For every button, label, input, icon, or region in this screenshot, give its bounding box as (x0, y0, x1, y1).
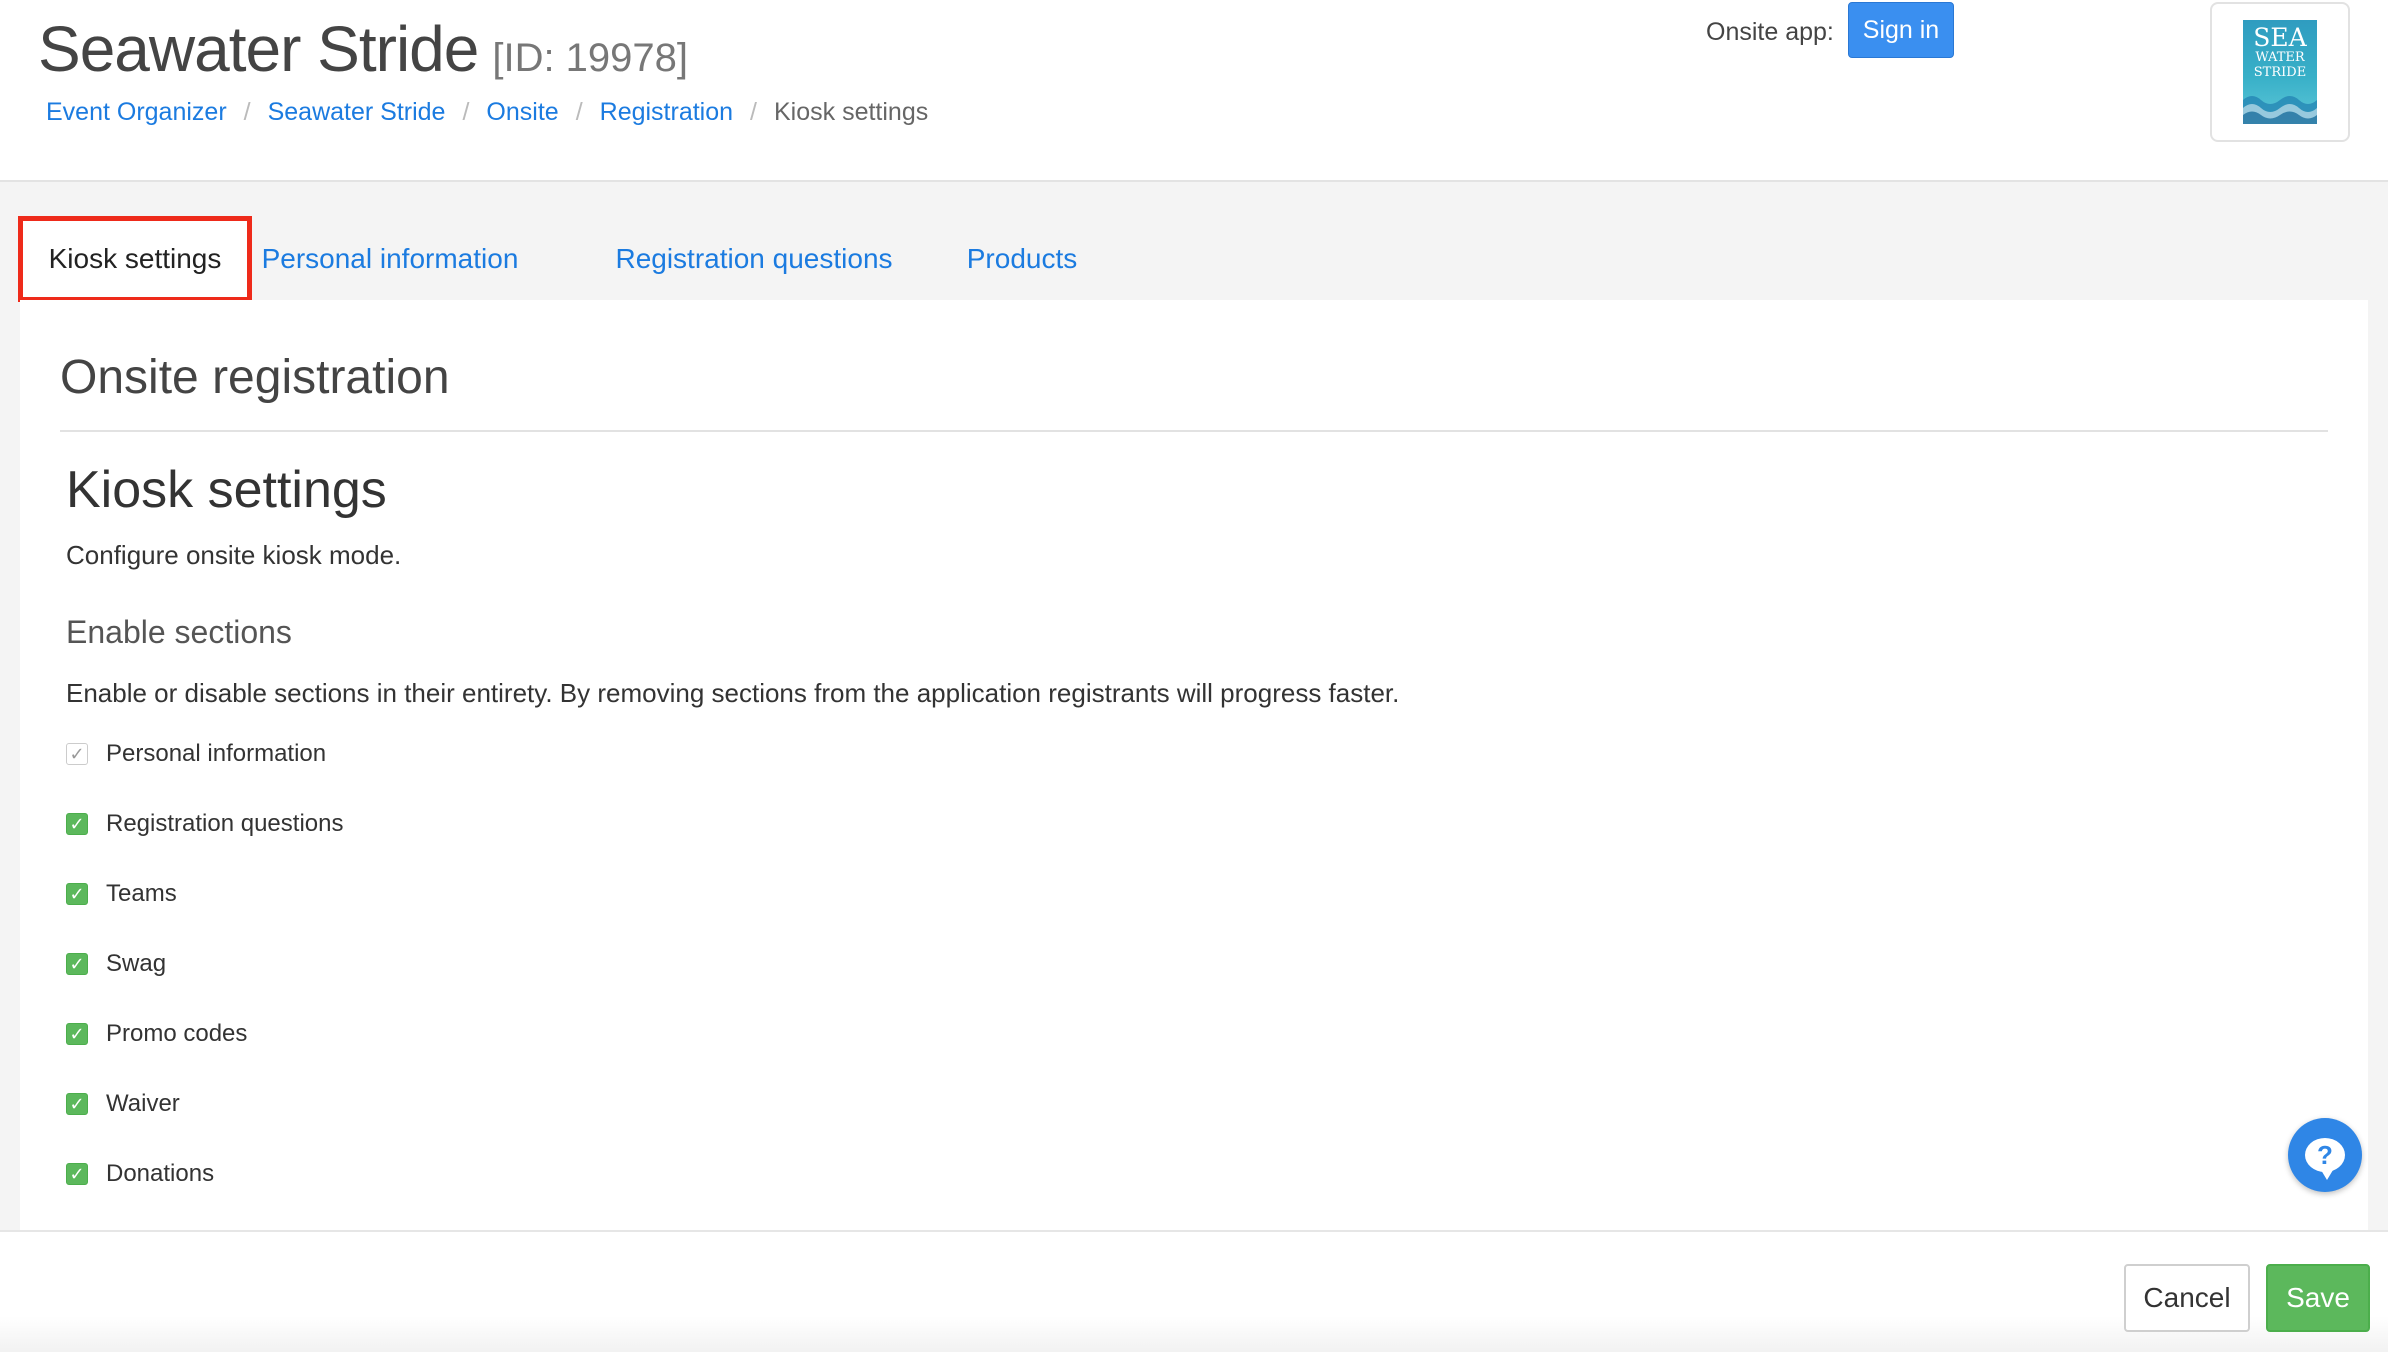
checkbox-row-personal-information[interactable]: ✓ Personal information (66, 736, 326, 772)
help-chat-button[interactable]: ? (2288, 1118, 2362, 1192)
check-icon[interactable]: ✓ (66, 1093, 88, 1115)
content-panel: Onsite registration Kiosk settings Confi… (20, 300, 2368, 1230)
logo-text-line1: SEA (2253, 23, 2307, 52)
panel-title: Onsite registration (60, 351, 450, 404)
enable-sections-title: Enable sections (66, 614, 292, 650)
check-icon[interactable]: ✓ (66, 743, 88, 765)
help-chat-icon: ? (2305, 1138, 2345, 1180)
checkbox-row-waiver[interactable]: ✓ Waiver (66, 1086, 180, 1122)
checkbox-label: Promo codes (106, 1020, 248, 1047)
checkbox-label: Registration questions (106, 810, 344, 837)
check-icon[interactable]: ✓ (66, 953, 88, 975)
breadcrumb-event-organizer[interactable]: Event Organizer (46, 98, 227, 127)
checkbox-label: Waiver (106, 1090, 180, 1117)
breadcrumb-separator: / (575, 98, 583, 126)
checkbox-label: Personal information (106, 740, 327, 767)
checkbox-row-donations[interactable]: ✓ Donations (66, 1156, 214, 1192)
breadcrumb-registration[interactable]: Registration (600, 98, 733, 127)
check-icon[interactable]: ✓ (66, 1163, 88, 1185)
cancel-button[interactable]: Cancel (2124, 1264, 2250, 1332)
section-description: Configure onsite kiosk mode. (66, 540, 402, 570)
section-title: Kiosk settings (66, 461, 387, 519)
check-icon[interactable]: ✓ (66, 1023, 88, 1045)
wave-icon (2243, 96, 2317, 124)
page-header: Seawater Stride [ID: 19978] Event Organiz… (0, 0, 2388, 182)
breadcrumb-separator: / (462, 98, 470, 126)
breadcrumb-separator: / (750, 98, 757, 126)
checkbox-row-swag[interactable]: ✓ Swag (66, 946, 166, 982)
event-logo: SEA WATER STRIDE (2210, 2, 2350, 142)
check-icon[interactable]: ✓ (66, 883, 88, 905)
event-name: Seawater Stride (38, 13, 479, 85)
tab-registration-questions[interactable]: Registration questions (606, 216, 902, 302)
breadcrumb: Event Organizer / Seawater Stride / Onsi… (46, 98, 928, 127)
checkbox-label: Donations (106, 1160, 215, 1187)
event-id: [ID: 19978] (492, 36, 689, 80)
sign-in-button[interactable]: Sign in (1848, 2, 1954, 58)
breadcrumb-current: Kiosk settings (774, 98, 929, 126)
tab-products[interactable]: Products (946, 216, 1098, 302)
check-icon[interactable]: ✓ (66, 813, 88, 835)
breadcrumb-onsite[interactable]: Onsite (486, 98, 558, 127)
breadcrumb-event[interactable]: Seawater Stride (268, 98, 446, 127)
footer-action-bar: Cancel Save (0, 1230, 2388, 1352)
divider (60, 430, 2328, 432)
save-button[interactable]: Save (2266, 1264, 2370, 1332)
checkbox-row-registration-questions[interactable]: ✓ Registration questions (66, 806, 343, 842)
breadcrumb-separator: / (243, 98, 251, 126)
onsite-app-label: Onsite app: (1706, 18, 1834, 46)
logo-text-line2: WATER (2255, 50, 2305, 65)
tab-personal-information[interactable]: Personal information (262, 216, 519, 302)
checkbox-row-teams[interactable]: ✓ Teams (66, 876, 177, 912)
checkbox-row-promo-codes[interactable]: ✓ Promo codes (66, 1016, 247, 1052)
logo-text-line3: STRIDE (2253, 65, 2307, 80)
enable-sections-description: Enable or disable sections in their enti… (66, 678, 1400, 708)
page-title: Seawater Stride [ID: 19978] (38, 12, 688, 86)
tab-kiosk-settings[interactable]: Kiosk settings (18, 216, 252, 302)
checkbox-label: Teams (106, 880, 177, 907)
checkbox-label: Swag (106, 950, 167, 977)
event-logo-image: SEA WATER STRIDE (2243, 20, 2317, 124)
